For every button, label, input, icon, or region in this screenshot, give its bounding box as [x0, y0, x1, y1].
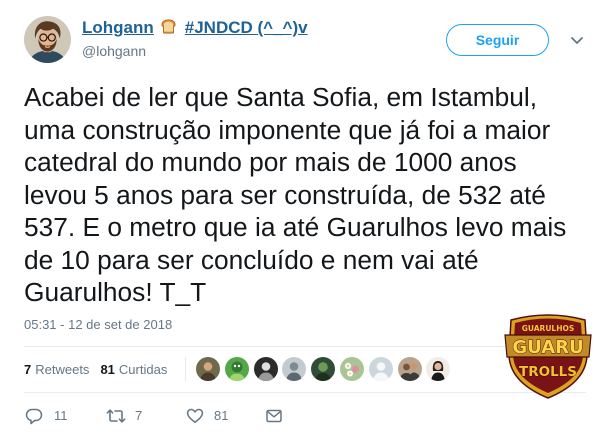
tweet-text-line: levou 5 anos para ser construída, de 532… [24, 179, 546, 210]
author-name-link[interactable]: Lohgann #JNDCD (^_^)v [82, 17, 308, 39]
retweets-stat[interactable]: 7 Retweets [24, 362, 89, 377]
follow-button-label: Seguir [475, 32, 520, 48]
liker-avatar[interactable] [426, 357, 451, 381]
display-name: Lohgann [82, 18, 154, 37]
liker-avatar[interactable] [397, 357, 422, 381]
liker-avatar[interactable] [282, 357, 307, 381]
tweet-text-line: de 10 para ser concluído e nem vai até [24, 244, 479, 275]
likes-label: Curtidas [118, 361, 168, 377]
tweet-stats: 7 Retweets 81 Curtidas [24, 357, 167, 381]
divider [24, 346, 586, 347]
logo-top-text: GUARULHOS [522, 324, 575, 333]
direct-message-button[interactable] [265, 407, 283, 425]
display-name-suffix: #JNDCD (^_^)v [184, 18, 308, 37]
liker-avatar[interactable] [253, 357, 278, 381]
logo-bottom-text: TROLLS [519, 364, 577, 380]
liker-avatar[interactable] [368, 357, 393, 381]
like-count: 81 [214, 408, 229, 423]
liker-avatar[interactable] [196, 357, 220, 381]
tweet-text-line: uma construção imponente que já foi a ma… [24, 114, 551, 145]
tweet-timestamp[interactable]: 05:31 - 12 de set de 2018 [24, 317, 172, 333]
chevron-down-icon[interactable] [569, 32, 585, 48]
tweet-text-line: catedral do mundo por mais de 1000 anos [24, 147, 517, 177]
author-handle[interactable]: @lohgann [82, 42, 146, 60]
retweets-count: 7 [24, 361, 32, 377]
retweet-count: 7 [135, 408, 143, 423]
reply-button[interactable]: 11 [25, 407, 68, 425]
retweet-icon [106, 409, 126, 423]
bread-icon [160, 18, 177, 35]
liker-avatar[interactable] [224, 357, 249, 381]
stats-separator [185, 357, 186, 381]
reply-icon [25, 408, 43, 425]
logo-main-text: GUARU [512, 337, 583, 358]
avatar-image [24, 16, 71, 63]
retweets-label: Retweets [35, 361, 90, 377]
likes-count: 81 [100, 361, 115, 377]
tweet-text: Acabei de ler que Santa Sofia, em Istamb… [24, 81, 566, 309]
liker-avatars [196, 357, 451, 381]
tweet-text-line: Guarulhos! T_T [24, 277, 207, 307]
divider [24, 392, 586, 393]
heart-icon [186, 408, 204, 423]
tweet-text-line: Acabei de ler que Santa Sofia, em Istamb… [24, 82, 538, 112]
liker-avatar[interactable] [311, 357, 336, 381]
liker-avatar[interactable] [339, 357, 364, 381]
tweet-text-line: 537. E o metro que ia até Guarulhos levo… [24, 212, 567, 242]
guarutrolls-logo: GUARULHOS GUARU TROLLS [503, 310, 593, 400]
avatar[interactable] [24, 16, 71, 63]
envelope-icon [266, 409, 282, 423]
like-button[interactable]: 81 [186, 407, 228, 425]
follow-button[interactable]: Seguir [446, 24, 549, 56]
retweet-button[interactable]: 7 [106, 407, 142, 425]
likes-stat[interactable]: 81 Curtidas [100, 362, 167, 377]
reply-count: 11 [54, 408, 68, 423]
